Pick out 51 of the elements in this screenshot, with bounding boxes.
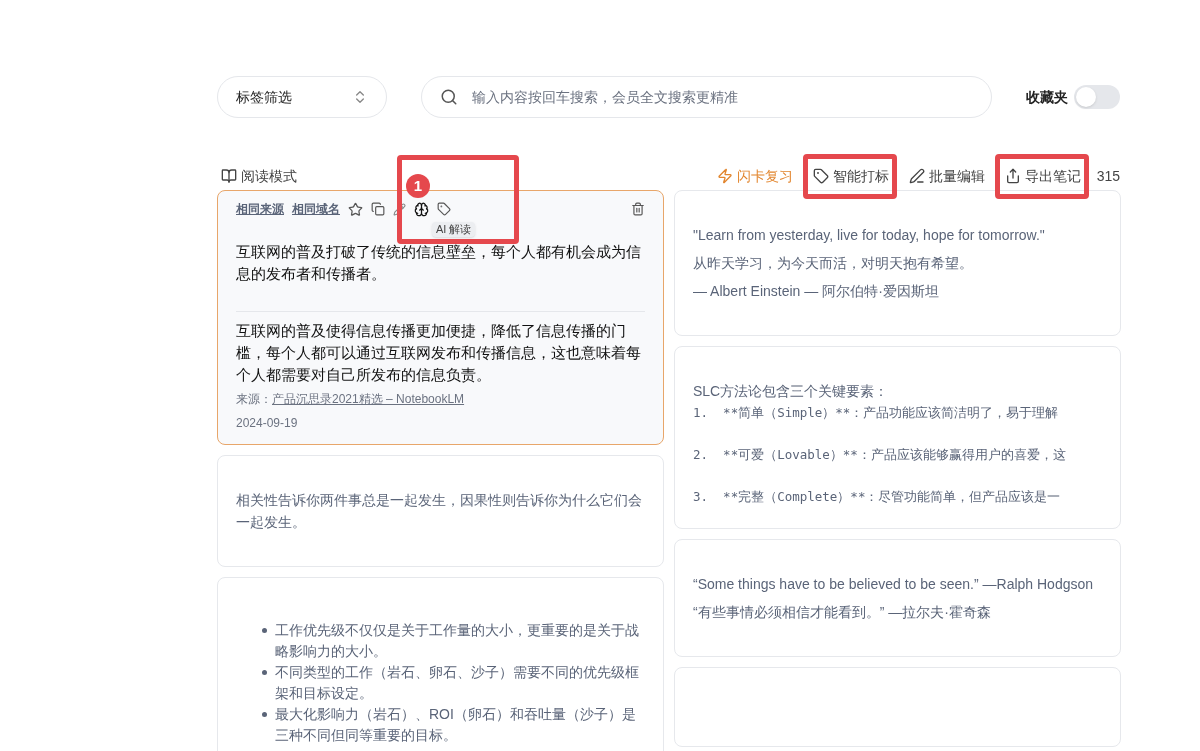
note-text: “Some things have to be believed to be seen.” —Ralph Hodgson [693,575,1095,594]
brain-icon[interactable] [414,201,429,217]
source-link[interactable]: 产品沉思录2021精选 – NotebookLM [272,390,465,408]
export-icon [1004,168,1021,184]
book-icon [221,168,237,184]
lightning-icon [716,168,733,184]
note-text: “有些事情必须相信才能看到。” —拉尔夫·霍奇森 [693,603,992,622]
bullet-text: 最大化影响力（岩石）、ROI（卵石）和吞吐量（沙子）是三种不同但同等重要的目标。 [275,705,637,745]
bullet-text: 工作优先级不仅仅是关于工作量的大小，更重要的是关于战略影响力的大小。 [275,621,640,661]
code-line: 1. **简单（Simple）**：产品功能应该简洁明了，易于理解 [693,404,1060,422]
note-card[interactable]: 工作优先级不仅仅是关于工作量的大小，更重要的是关于战略影响力的大小。 不同类型的工作（岩石、卵石、沙子）需要不同的优先级框架和目标设定。 最大化影响力（岩石）、ROI（卵石）和吞吐量（沙子）是三种不同但同等重要的目标。 [217,577,664,751]
toolbar-button[interactable]: 导出笔记 [1004,165,1081,187]
source-label: 来源： [236,391,272,408]
filter-link[interactable]: 相同域名 [292,200,340,218]
pen-icon [908,168,925,184]
star-icon[interactable] [348,201,363,217]
note-count: 315 [1096,166,1120,186]
note-card[interactable]: 相同来源 相同域名 AI 解读 互联网的普及打破了传统的信息壁垒，每个人都有机会成为信息的发布者和传播者。 互联网的普及使得信息传播更加便捷，降低了信息传播的门槛，每个人都可以通过互联网发布和传播信息，这也意味着每个人都需要对自己所发布的信息负责。 来源：产品沉思录2021精选 – NotebookLM 2024-09-19 [217,190,664,445]
trash-icon[interactable] [631,202,645,216]
note-text: "Learn from yesterday, live for today, hope for tomorrow." [693,226,1046,245]
step-badge: 1 [406,174,430,198]
search-icon [439,88,458,106]
note-text: 从昨天学习，为今天而活，对明天抱有希望。 [693,254,974,273]
filter-link[interactable]: 相同来源 [236,200,284,218]
toolbar-button[interactable]: 批量编辑 [908,165,985,187]
note-text: 相关性告诉你两件事总是一起发生，因果性则告诉你为什么它们会一起发生。 [236,491,643,532]
note-card[interactable]: SLC方法论包含三个关键要素： 1. **简单（Simple）**：产品功能应该简洁明了，易于理解 2. **可爱（Lovable）**：产品应该能够赢得用户的喜爱，这 3. **完整（Complete）**：尽管功能简单，但产品应该是一 [674,346,1121,529]
note-title: SLC方法论包含三个关键要素： [693,382,890,401]
pencil-icon[interactable] [393,202,406,216]
note-card[interactable]: 相关性告诉你两件事总是一起发生，因果性则告诉你为什么它们会一起发生。 [217,455,664,567]
tag-icon[interactable] [437,202,451,216]
bullet-text: 不同类型的工作（岩石、卵石、沙子）需要不同的优先级框架和目标设定。 [275,663,640,703]
favorites-label: 收藏夹 [1026,87,1068,107]
code-line: 2. **可爱（Lovable）**：产品应该能够赢得用户的喜爱，这 [693,446,1067,464]
date-text: 2024-09-19 [236,415,299,432]
note-text: — Albert Einstein — 阿尔伯特·爱因斯坦 [693,282,940,301]
note-card[interactable]: “Some things have to be believed to be seen.” —Ralph Hodgson “有些事情必须相信才能看到。” —拉尔夫·霍奇森 [674,539,1121,657]
note-card[interactable]: "Learn from yesterday, live for today, hope for tomorrow." 从昨天学习，为今天而活，对明天抱有希望。 — Albert Einstein — 阿尔伯特·爱因斯坦 [674,190,1121,336]
bullet-icon [262,712,267,717]
highlight-text: 互联网的普及打破了传统的信息壁垒，每个人都有机会成为信息的发布者和传播者。 [236,243,642,284]
tooltip: AI 解读 [432,222,476,237]
copy-icon[interactable] [371,202,385,216]
reading-mode-button[interactable]: 阅读模式 [221,165,297,187]
search-field[interactable]: 输入内容按回车搜索，会员全文搜索更精准 [420,76,992,118]
bullet-icon [262,628,267,633]
favorites-toggle[interactable] [1074,85,1120,109]
bullet-icon [262,670,267,675]
tag-icon [812,168,829,184]
note-text: 互联网的普及使得信息传播更加便捷，降低了信息传播的门槛，每个人都可以通过互联网发布和传播信息，这也意味着每个人都需要对自己所发布的信息负责。 [236,321,642,385]
toolbar-button[interactable]: 智能打标 [812,165,889,187]
code-line: 3. **完整（Complete）**：尽管功能简单，但产品应该是一 [693,488,1062,506]
